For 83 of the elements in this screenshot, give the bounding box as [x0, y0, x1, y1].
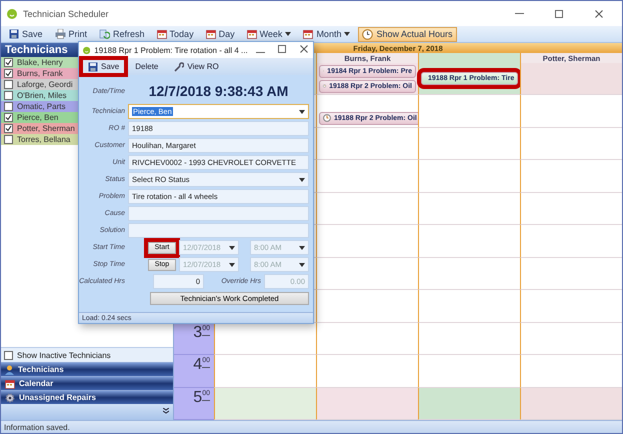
checkbox[interactable]	[4, 80, 13, 89]
calendar-cell[interactable]	[418, 128, 520, 160]
close-icon	[595, 10, 603, 18]
calendar-cell[interactable]	[214, 388, 316, 420]
navigation-button[interactable]: Technicians	[1, 362, 173, 376]
calendar-cell[interactable]	[418, 290, 520, 323]
calendar-icon	[206, 29, 216, 39]
calendar-cell[interactable]	[520, 128, 622, 160]
checkbox[interactable]	[4, 124, 13, 133]
calendar-cell[interactable]	[520, 388, 622, 420]
checkbox[interactable]	[4, 350, 13, 360]
checkbox[interactable]	[4, 113, 13, 122]
calendar-cell[interactable]	[520, 95, 622, 128]
calendar-icon	[246, 29, 257, 39]
checkbox[interactable]	[4, 135, 13, 144]
calendar-cell[interactable]	[316, 225, 418, 258]
calendar-cell[interactable]	[520, 258, 622, 290]
status-bar: Information saved.	[1, 420, 622, 433]
window-title: Technician Scheduler	[23, 8, 110, 18]
gear-icon	[5, 392, 15, 402]
toolbar-button[interactable]: Print	[50, 26, 92, 42]
calendar-cell[interactable]	[316, 388, 418, 420]
calendar-cell[interactable]	[520, 355, 622, 388]
calendar-cell[interactable]	[316, 192, 418, 226]
date-time-value: 12/7/2018 9:38:43 AM	[148, 83, 290, 99]
minimize-icon	[514, 13, 524, 14]
navigation-button[interactable]: Unassigned Repairs	[1, 390, 173, 404]
dropdown-caret-icon	[299, 262, 305, 266]
close-icon	[300, 44, 308, 52]
calendar-cell[interactable]	[316, 355, 418, 388]
checkbox[interactable]	[4, 102, 13, 111]
calendar-cell[interactable]	[520, 290, 622, 323]
toolbar-button[interactable]: Save	[5, 26, 47, 42]
calendar-icon	[156, 29, 167, 39]
calendar-cell[interactable]	[418, 95, 520, 128]
toolbar-button[interactable]: Show Actual Hours	[358, 26, 456, 42]
calendar-cell[interactable]	[418, 225, 520, 258]
calendar-cell[interactable]	[418, 258, 520, 290]
dropdown-caret-icon	[299, 110, 305, 114]
calendar-cell[interactable]	[520, 322, 622, 356]
app-logo-icon	[7, 8, 17, 18]
toolbar-button[interactable]: View RO	[169, 60, 224, 73]
calendar-cell[interactable]	[214, 322, 316, 356]
person-icon	[5, 364, 14, 374]
calendar-cell[interactable]	[418, 322, 520, 356]
calendar-cell[interactable]	[418, 192, 520, 226]
calendar-cell[interactable]	[520, 63, 622, 96]
calendar-cell[interactable]	[418, 355, 520, 388]
navigation-button[interactable]: Calendar	[1, 376, 173, 390]
calendar-cell[interactable]	[418, 160, 520, 193]
calendar-cell[interactable]	[316, 322, 418, 356]
input-field[interactable]	[128, 206, 309, 221]
checkbox[interactable]	[4, 91, 13, 100]
dropdown-caret-icon	[299, 246, 305, 250]
toolbar-button[interactable]: Delete	[130, 60, 164, 73]
calendar-icon	[303, 29, 314, 39]
calendar-cell[interactable]	[520, 225, 622, 258]
app-logo-icon	[83, 46, 90, 54]
calendar-cell[interactable]	[316, 290, 418, 323]
wrench-icon	[174, 62, 184, 72]
calendar-cell[interactable]	[316, 160, 418, 193]
calendar-cell[interactable]	[418, 388, 520, 420]
toolbar-button[interactable]: Save	[83, 60, 124, 73]
maximize-icon	[555, 10, 563, 18]
calendar-cell[interactable]	[316, 258, 418, 290]
calendar-cell[interactable]	[316, 128, 418, 160]
calendar-icon	[5, 378, 15, 388]
checkbox[interactable]	[4, 58, 13, 67]
refresh-icon	[99, 29, 110, 39]
toolbar-button[interactable]: Month	[299, 26, 354, 42]
input-field[interactable]	[128, 223, 309, 238]
checkbox[interactable]	[4, 69, 13, 78]
dropdown-caret-icon	[299, 178, 305, 182]
dropdown-caret-icon	[229, 246, 235, 250]
chevron-down-icon[interactable]	[163, 408, 169, 416]
toolbar-button[interactable]: Refresh	[95, 26, 149, 42]
maximize-icon	[278, 44, 286, 52]
calendar-cell[interactable]	[520, 192, 622, 226]
calendar-cell[interactable]	[520, 160, 622, 193]
printer-icon	[54, 29, 66, 39]
calendar-cell[interactable]	[214, 355, 316, 388]
checkbox-label: Show Inactive Technicians	[17, 350, 111, 360]
dropdown-caret-icon	[229, 262, 235, 266]
